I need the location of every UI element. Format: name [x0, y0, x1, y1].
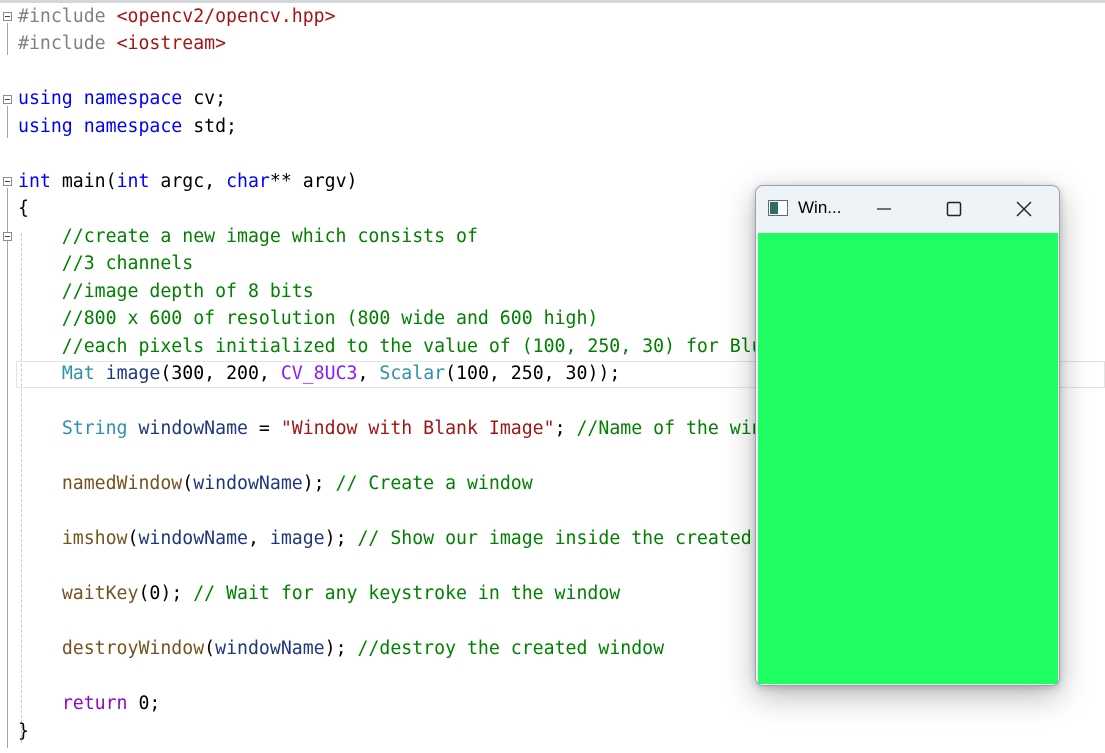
window-title: Win... — [798, 198, 842, 217]
code-token: waitKey — [61, 583, 139, 604]
code-token: (0); — [138, 583, 194, 604]
code-token: ( — [182, 473, 194, 494]
fold-toggle-icon[interactable] — [3, 95, 12, 104]
fold-toggle-icon[interactable] — [3, 232, 12, 241]
code-line[interactable]: #include <iostream> — [18, 30, 226, 57]
code-token: (100, 250, 30)); — [445, 363, 621, 384]
code-token: int — [116, 171, 161, 192]
code-token: using namespace — [18, 88, 194, 109]
code-token: { — [18, 198, 29, 219]
code-token: , — [247, 528, 270, 549]
code-token: } — [18, 721, 29, 742]
opencv-window[interactable]: Win... — [755, 185, 1060, 686]
code-line[interactable]: //create a new image which consists of — [18, 223, 478, 250]
code-token: Mat — [61, 363, 106, 384]
code-token: int — [18, 171, 62, 192]
code-token: destroyWindow — [61, 638, 205, 659]
code-token: namedWindow — [61, 473, 183, 494]
window-titlebar[interactable]: Win... — [756, 186, 1059, 232]
code-token: //3 channels — [18, 253, 194, 274]
code-token: // Create a window — [335, 473, 533, 494]
code-token: windowName — [215, 638, 325, 659]
code-token: ); — [324, 638, 358, 659]
code-token: <iostream> — [116, 33, 227, 54]
code-line[interactable]: return 0; — [18, 690, 161, 717]
code-token: ( — [204, 638, 216, 659]
code-token: return — [61, 693, 139, 714]
code-token: ; — [554, 418, 577, 439]
code-token: main( — [61, 171, 117, 192]
close-icon — [1016, 201, 1032, 217]
code-line[interactable]: String windowName = "Window with Blank I… — [18, 415, 796, 442]
code-line[interactable]: using namespace std; — [18, 113, 237, 140]
blank-image-canvas — [758, 233, 1058, 684]
code-token: ); — [302, 473, 336, 494]
maximize-icon — [946, 201, 962, 217]
code-line[interactable]: { — [18, 195, 29, 222]
app-window-icon — [768, 200, 788, 216]
code-token: "Window with Blank Image" — [280, 418, 555, 439]
code-token: ); — [324, 528, 358, 549]
code-token: #include — [18, 33, 117, 54]
code-line[interactable]: //image depth of 8 bits — [18, 278, 314, 305]
code-line[interactable]: waitKey(0); // Wait for any keystroke in… — [18, 580, 620, 607]
outline-guide — [7, 23, 8, 55]
code-token: argc, — [160, 171, 227, 192]
code-token: Scalar — [379, 363, 446, 384]
code-token: (300, 200, — [160, 363, 281, 384]
code-line[interactable]: #include <opencv2/opencv.hpp> — [18, 3, 336, 30]
code-token: , — [357, 363, 380, 384]
code-token: windowName — [193, 473, 303, 494]
code-line[interactable]: Mat image(300, 200, CV_8UC3, Scalar(100,… — [18, 360, 620, 387]
code-line[interactable]: //3 channels — [18, 250, 193, 277]
code-token: // Wait for any keystroke in the window — [193, 583, 621, 604]
code-token: //image depth of 8 bits — [18, 281, 314, 302]
code-token: = — [247, 418, 281, 439]
minimize-icon — [877, 208, 891, 210]
code-token: <opencv2/opencv.hpp> — [116, 6, 336, 27]
maximize-button[interactable] — [919, 186, 989, 232]
fold-toggle-icon[interactable] — [3, 12, 12, 21]
minimize-button[interactable] — [849, 186, 919, 232]
code-token: image — [105, 363, 161, 384]
code-token: cv; — [193, 88, 227, 109]
fold-toggle-icon[interactable] — [3, 177, 12, 186]
outline-guide — [7, 106, 8, 138]
code-line[interactable]: namedWindow(windowName); // Create a win… — [18, 470, 533, 497]
code-token: using namespace — [18, 116, 194, 137]
code-token: std; — [193, 116, 238, 137]
code-token: windowName — [138, 418, 248, 439]
code-line[interactable]: imshow(windowName, image); // Show our i… — [18, 525, 839, 552]
code-token: CV_8UC3 — [280, 363, 358, 384]
code-token: String — [61, 418, 139, 439]
code-token: #include — [18, 6, 117, 27]
code-token: //destroy the created window — [357, 638, 665, 659]
code-line[interactable]: //800 x 600 of resolution (800 wide and … — [18, 305, 599, 332]
code-token: ( — [127, 528, 139, 549]
outline-guide — [7, 188, 8, 748]
code-token: imshow — [61, 528, 128, 549]
code-token: //800 x 600 of resolution (800 wide and … — [18, 308, 599, 329]
code-token: windowName — [138, 528, 248, 549]
code-line[interactable]: } — [18, 718, 29, 745]
code-token: image — [269, 528, 325, 549]
code-token: 0; — [138, 693, 161, 714]
close-button[interactable] — [989, 186, 1059, 232]
code-token: ** argv) — [269, 171, 358, 192]
code-token: //create a new image which consists of — [18, 226, 478, 247]
code-line[interactable]: using namespace cv; — [18, 85, 226, 112]
code-token: char — [226, 171, 270, 192]
code-line[interactable]: int main(int argc, char** argv) — [18, 168, 358, 195]
code-line[interactable]: destroyWindow(windowName); //destroy the… — [18, 635, 664, 662]
